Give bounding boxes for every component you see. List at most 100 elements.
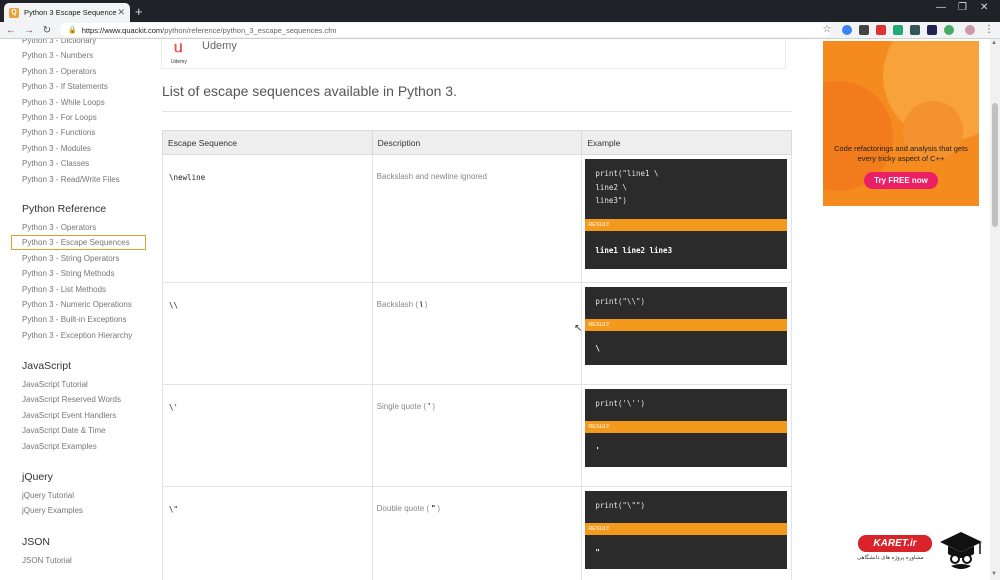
advertisement[interactable]: Code refactorings and analysis that gets… (823, 41, 979, 206)
browser-toolbar: ← → ↻ 🔒 https://www.quackit.com /python/… (0, 22, 1000, 39)
escape-sequence: \" (169, 505, 179, 514)
column-header-sequence: Escape Sequence (162, 130, 373, 155)
column-header-description: Description (371, 130, 583, 155)
extension-icon[interactable] (893, 25, 903, 35)
sidebar-item-javascript-date-time[interactable]: JavaScript Date & Time (22, 426, 106, 435)
sidebar-item-python-3-modules[interactable]: Python 3 - Modules (22, 144, 91, 153)
avatar[interactable] (965, 25, 975, 35)
browser-tab[interactable]: Q Python 3 Escape Sequences ✕ (4, 3, 130, 22)
sequence-cell: \' (162, 384, 373, 487)
sidebar-item-python-3-read-write-files[interactable]: Python 3 - Read/Write Files (22, 175, 120, 184)
sidebar-item-python-3-escape-sequences[interactable]: Python 3 - Escape Sequences (22, 238, 130, 247)
extension-icon[interactable] (944, 25, 954, 35)
description-label: Backslash (376, 300, 414, 309)
quackit-favicon-icon: Q (9, 7, 19, 18)
description-text: Backslash ( \ ) (376, 300, 428, 309)
extension-icon[interactable] (927, 25, 937, 35)
sidebar-item-python-3-exception-hierarchy[interactable]: Python 3 - Exception Hierarchy (22, 331, 132, 340)
scrollbar-thumb[interactable] (992, 103, 998, 227)
code-block[interactable]: print("\"") (585, 491, 788, 523)
udemy-logo-text: Udemy (171, 59, 187, 65)
menu-kebab-icon[interactable]: ⋮ (980, 24, 998, 35)
code-block[interactable]: print("\\") (585, 287, 788, 319)
sidebar-item-javascript-tutorial[interactable]: JavaScript Tutorial (22, 380, 88, 389)
udemy-logo-icon: ᥙ (174, 39, 183, 56)
sidebar-item-python-3-if-statements[interactable]: Python 3 - If Statements (22, 82, 108, 91)
ad-try-free-button[interactable]: Try FREE now (864, 172, 938, 189)
sidebar-item-python-3-functions[interactable]: Python 3 - Functions (22, 128, 95, 137)
bookmark-star-icon[interactable]: ☆ (818, 24, 836, 35)
new-tab-icon[interactable]: + (135, 4, 143, 19)
sidebar-item-jquery-examples[interactable]: jQuery Examples (22, 506, 83, 515)
example-cell: print("\\") RESULT \ (581, 282, 792, 385)
ad-text: Code refactorings and analysis that gets… (834, 144, 968, 163)
sidebar-item-python-3-string-methods[interactable]: Python 3 - String Methods (22, 269, 115, 278)
back-icon[interactable]: ← (2, 25, 20, 36)
result-output: ' (585, 433, 788, 467)
result-label: RESULT (585, 523, 788, 535)
sidebar-item-javascript-reserved-words[interactable]: JavaScript Reserved Words (22, 395, 121, 404)
tab-title: Python 3 Escape Sequences (24, 8, 118, 17)
sidebar-item-python-3-while-loops[interactable]: Python 3 - While Loops (22, 98, 105, 107)
escape-sequence-table: Escape Sequence Description Example \new… (162, 130, 792, 580)
minimize-icon[interactable]: — (936, 2, 946, 13)
address-bar[interactable]: 🔒 https://www.quackit.com /python/refere… (60, 23, 830, 37)
description-symbol: ' (428, 402, 431, 411)
result-label: RESULT (585, 421, 788, 433)
table-row: \" Double quote ( " ) print("\"") RESULT " (162, 486, 792, 580)
graduation-cap-icon (940, 532, 982, 569)
reload-icon[interactable]: ↻ (38, 25, 56, 36)
sidebar-item-python-3-for-loops[interactable]: Python 3 - For Loops (22, 113, 97, 122)
result-label: RESULT (585, 219, 788, 231)
description-symbol: \ (420, 300, 423, 309)
forward-icon[interactable]: → (20, 25, 38, 36)
extension-icon[interactable] (876, 25, 886, 35)
escape-sequence: \' (169, 403, 179, 412)
description-label: Single quote (376, 402, 422, 411)
sidebar-item-python-3-dictionary[interactable]: Python 3 - Dictionary (22, 39, 96, 45)
result-output: line1 line2 line3 (585, 231, 788, 269)
extension-icon[interactable] (910, 25, 920, 35)
sidebar-item-javascript-event-handlers[interactable]: JavaScript Event Handlers (22, 411, 116, 420)
mouse-cursor-icon: ↖ (574, 323, 583, 334)
sidebar-heading-jquery: jQuery (22, 471, 53, 483)
code-block[interactable]: print("line1 \ line2 \ line3") (585, 159, 788, 219)
scroll-up-icon[interactable]: ▲ (991, 40, 997, 46)
close-tab-icon[interactable]: ✕ (117, 7, 125, 18)
sequence-cell: \" (162, 486, 373, 580)
sidebar-item-python-3-classes[interactable]: Python 3 - Classes (22, 159, 89, 168)
sidebar-item-python-3-built-in-exceptions[interactable]: Python 3 - Built-in Exceptions (22, 315, 127, 324)
table-row: \\ Backslash ( \ ) print("\\") RESULT \ (162, 282, 792, 385)
udemy-banner[interactable]: ᥙ Udemy Udemy (161, 39, 786, 69)
sidebar-item-python-3-string-operators[interactable]: Python 3 - String Operators (22, 254, 119, 263)
extension-icon[interactable] (842, 25, 852, 35)
scroll-down-icon[interactable]: ▼ (991, 571, 997, 577)
code-example: print('\'') RESULT ' (585, 389, 788, 467)
sidebar-item-python-3-numeric-operations[interactable]: Python 3 - Numeric Operations (22, 300, 132, 309)
description-cell: Single quote ( ' ) (371, 384, 583, 487)
sidebar: Python 3 - Dictionary Python 3 - Numbers P… (0, 39, 150, 580)
sidebar-item-python-3-numbers[interactable]: Python 3 - Numbers (22, 51, 93, 60)
description-cell: Double quote ( " ) (371, 486, 583, 580)
sidebar-item-jquery-tutorial[interactable]: jQuery Tutorial (22, 491, 74, 500)
maximize-icon[interactable]: ❐ (958, 2, 967, 13)
close-window-icon[interactable]: ✕ (980, 2, 988, 13)
description-text: Double quote ( " ) (376, 504, 441, 513)
result-label: RESULT (585, 319, 788, 331)
sidebar-item-python-3-operators[interactable]: Python 3 - Operators (22, 223, 96, 232)
sidebar-item-json-tutorial[interactable]: JSON Tutorial (22, 556, 72, 565)
sidebar-heading-json: JSON (22, 536, 51, 548)
section-title: List of escape sequences available in Py… (162, 83, 457, 99)
watermark: KARET.ir مشاوره پروژه های دانشگاهی (855, 527, 990, 575)
sidebar-item-javascript-examples[interactable]: JavaScript Examples (22, 442, 97, 451)
example-cell: print("line1 \ line2 \ line3") RESULT line… (581, 154, 792, 283)
code-block[interactable]: print('\'') (585, 389, 788, 421)
sidebar-item-python-3-list-methods[interactable]: Python 3 - List Methods (22, 285, 106, 294)
result-output: \ (585, 331, 788, 365)
result-output: " (585, 535, 788, 569)
sidebar-item-python-3-operators[interactable]: Python 3 - Operators (22, 67, 96, 76)
extension-icon[interactable] (859, 25, 869, 35)
example-cell: print('\'') RESULT ' (581, 384, 792, 487)
description-text: Backslash and newline ignored (377, 172, 487, 181)
sequence-cell: \\ (162, 282, 373, 385)
